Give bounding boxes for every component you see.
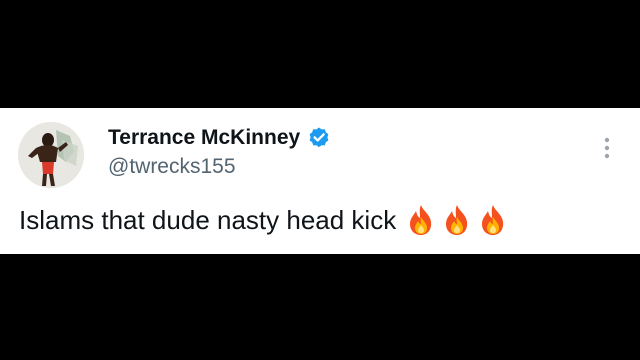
- tweet-card[interactable]: Terrance McKinney @twrecks155 Islams tha…: [0, 108, 640, 254]
- author-name-row: Terrance McKinney: [108, 122, 331, 154]
- fire-icon: [478, 204, 508, 236]
- more-options-button[interactable]: [596, 134, 618, 162]
- author-handle[interactable]: @twrecks155: [108, 155, 236, 179]
- verified-badge-icon: [307, 126, 331, 150]
- emoji-group: [406, 204, 508, 236]
- more-vertical-icon: [604, 137, 610, 159]
- tweet-text: Islams that dude nasty head kick: [19, 204, 508, 236]
- avatar[interactable]: [18, 122, 84, 188]
- author-display-name[interactable]: Terrance McKinney: [108, 126, 300, 150]
- fire-icon: [406, 204, 436, 236]
- profile-photo-icon: [18, 122, 84, 188]
- fire-icon: [442, 204, 472, 236]
- video-frame: Terrance McKinney @twrecks155 Islams tha…: [0, 0, 640, 360]
- tweet-body: Islams that dude nasty head kick: [19, 204, 397, 235]
